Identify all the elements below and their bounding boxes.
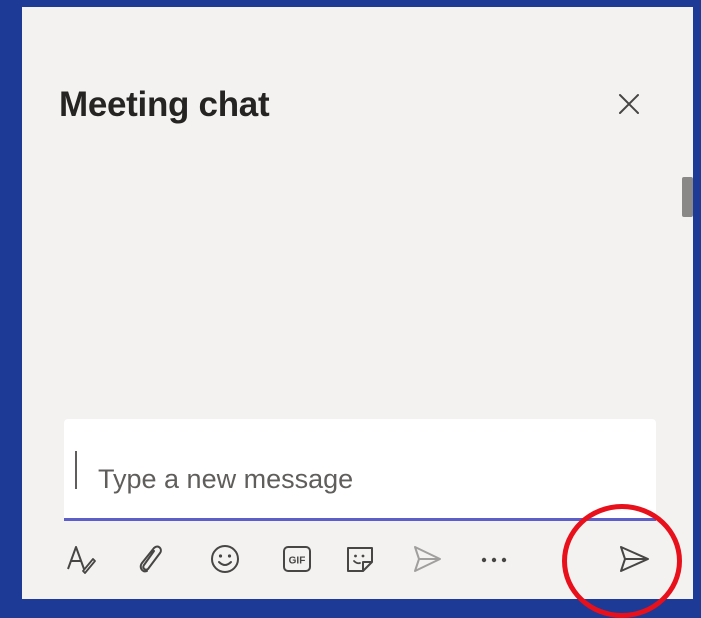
send-button[interactable] — [614, 539, 654, 579]
format-button[interactable] — [60, 539, 100, 579]
message-input[interactable] — [98, 459, 638, 499]
sticker-icon — [347, 547, 373, 572]
emoji-icon — [211, 545, 239, 573]
chat-title: Meeting chat — [59, 85, 270, 124]
send-icon — [620, 546, 649, 572]
attach-button[interactable] — [130, 539, 170, 579]
attach-icon — [139, 545, 162, 573]
scrollbar-thumb[interactable] — [682, 177, 693, 217]
gif-icon: GIF — [283, 546, 311, 572]
close-button[interactable] — [612, 87, 646, 121]
svg-text:GIF: GIF — [289, 556, 306, 567]
more-options-icon — [481, 557, 507, 563]
gif-button[interactable]: GIF — [277, 539, 317, 579]
meeting-chat-panel: Meeting chat GIF — [22, 7, 693, 599]
close-icon — [619, 94, 639, 114]
more-options-button[interactable] — [474, 539, 514, 579]
text-caret — [75, 451, 77, 489]
compose-box — [64, 419, 656, 521]
schedule-send-icon — [414, 546, 441, 572]
schedule-send-button[interactable] — [407, 539, 447, 579]
sticker-button[interactable] — [340, 539, 380, 579]
format-icon — [67, 546, 96, 574]
emoji-button[interactable] — [205, 539, 245, 579]
